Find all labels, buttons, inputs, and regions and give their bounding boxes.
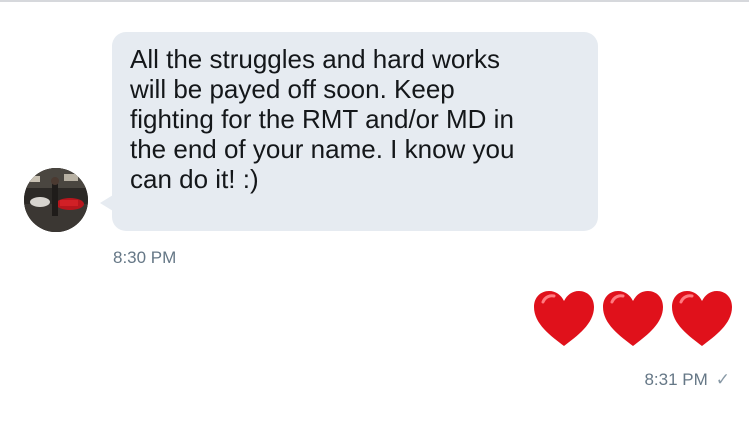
incoming-timestamp: 8:30 PM (113, 248, 177, 267)
top-divider (0, 0, 749, 2)
red-heart-icon (603, 291, 663, 346)
red-heart-icon (534, 291, 594, 346)
avatar-photo (24, 168, 88, 232)
message-line: the end of your name. I know you (130, 134, 515, 164)
message-line: All the struggles and hard works (130, 44, 500, 74)
outgoing-timestamp: 8:31 PM (644, 370, 708, 389)
message-line: fighting for the RMT and/or MD in (130, 104, 514, 134)
outgoing-emoji-message[interactable] (531, 288, 735, 350)
message-line: will be payed off soon. Keep (130, 74, 455, 104)
incoming-message-bubble[interactable]: All the struggles and hard works will be… (112, 32, 598, 231)
red-heart-icon (672, 291, 732, 346)
avatar[interactable] (24, 168, 88, 232)
checkmark-icon: ✓ (715, 370, 730, 389)
outgoing-timestamp-row: 8:31 PM ✓ (644, 370, 730, 390)
message-line: can do it! :) (130, 164, 259, 194)
